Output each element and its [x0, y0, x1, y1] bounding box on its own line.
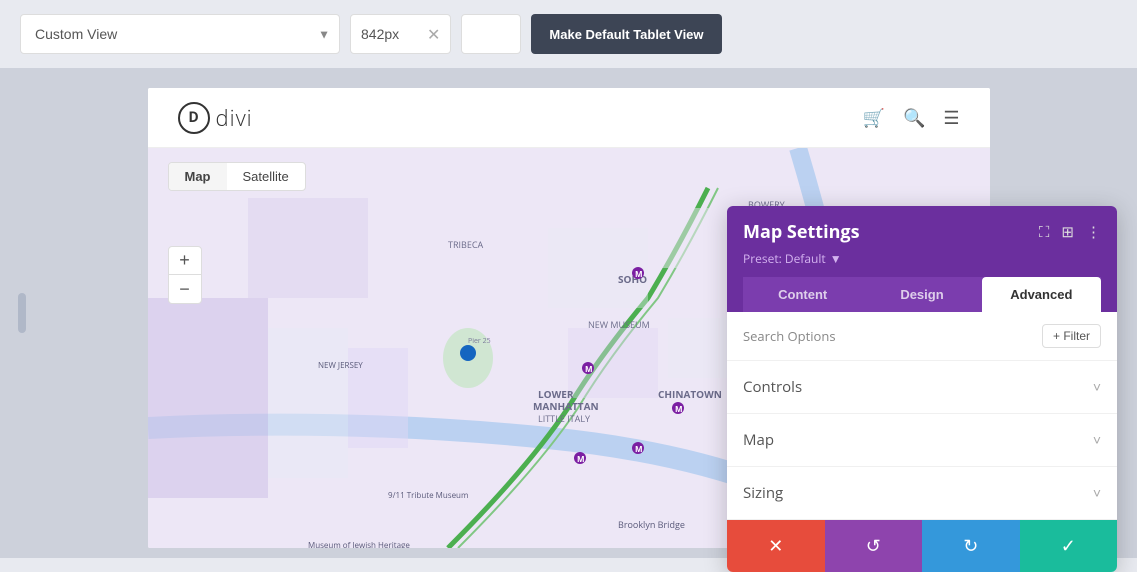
- settings-body: Search Options + Filter Controls ˅ Map ˅…: [727, 312, 1117, 520]
- width-input[interactable]: [361, 26, 421, 42]
- canvas-area: D divi 🛒 🔍 ☰: [0, 68, 1137, 558]
- svg-text:M: M: [635, 444, 643, 455]
- settings-section-controls[interactable]: Controls ˅: [727, 361, 1117, 414]
- svg-text:M: M: [577, 454, 585, 465]
- svg-text:NEW JERSEY: NEW JERSEY: [318, 360, 363, 371]
- section-controls-label: Controls: [743, 377, 802, 397]
- save-button[interactable]: ✓: [1020, 520, 1118, 572]
- settings-header-icons: ⛶ ⊞ ⋮: [1039, 222, 1101, 242]
- search-icon[interactable]: 🔍: [903, 106, 925, 130]
- settings-panel: Map Settings ⛶ ⊞ ⋮ Preset: Default ▼ Con…: [727, 206, 1117, 572]
- settings-title: Map Settings: [743, 220, 860, 244]
- fullscreen-icon[interactable]: ⛶: [1039, 222, 1050, 242]
- svg-text:LITTLE ITALY: LITTLE ITALY: [538, 412, 591, 425]
- svg-text:CHINATOWN: CHINATOWN: [658, 387, 722, 401]
- section-sizing-label: Sizing: [743, 483, 783, 503]
- divi-logo: D divi: [178, 102, 253, 134]
- settings-action-bar: ✕ ↺ ↻ ✓: [727, 520, 1117, 572]
- settings-title-row: Map Settings ⛶ ⊞ ⋮: [743, 220, 1101, 244]
- split-view-icon[interactable]: ⊞: [1061, 222, 1074, 242]
- divi-nav-icons: 🛒 🔍 ☰: [863, 106, 960, 130]
- svg-text:9/11 Tribute Museum: 9/11 Tribute Museum: [388, 490, 468, 501]
- preset-arrow-icon: ▼: [830, 250, 842, 267]
- map-type-map-button[interactable]: Map: [169, 163, 227, 190]
- settings-section-map[interactable]: Map ˅: [727, 414, 1117, 467]
- resize-handle[interactable]: [18, 293, 26, 333]
- preset-label: Preset: Default: [743, 250, 826, 267]
- tab-content[interactable]: Content: [743, 277, 862, 312]
- settings-tabs: Content Design Advanced: [743, 277, 1101, 312]
- toolbar: Custom ViewDefault ViewMobile View ▼ ✕ M…: [0, 0, 1137, 68]
- svg-text:Brooklyn Bridge: Brooklyn Bridge: [618, 518, 685, 531]
- default-tablet-view-button[interactable]: Make Default Tablet View: [531, 14, 721, 54]
- divi-logo-text: divi: [216, 103, 253, 133]
- more-options-icon[interactable]: ⋮: [1086, 222, 1101, 242]
- filter-button[interactable]: + Filter: [1042, 324, 1101, 348]
- search-options-label: Search Options: [743, 327, 836, 345]
- view-select[interactable]: Custom ViewDefault ViewMobile View: [20, 14, 340, 54]
- settings-section-sizing[interactable]: Sizing ˅: [727, 467, 1117, 520]
- map-type-toggle: Map Satellite: [168, 162, 306, 191]
- cart-icon[interactable]: 🛒: [863, 106, 885, 130]
- svg-text:MANHATTAN: MANHATTAN: [533, 399, 599, 413]
- extra-input-box: [461, 14, 521, 54]
- map-zoom-controls: + −: [168, 246, 202, 304]
- settings-search-row: Search Options + Filter: [727, 312, 1117, 361]
- svg-text:M: M: [635, 269, 643, 280]
- svg-text:Pier 25: Pier 25: [468, 337, 491, 346]
- chevron-down-icon: ˅: [1093, 378, 1101, 397]
- zoom-in-button[interactable]: +: [169, 247, 201, 275]
- svg-text:TRIBECA: TRIBECA: [448, 238, 484, 251]
- redo-button[interactable]: ↻: [922, 520, 1020, 572]
- zoom-out-button[interactable]: −: [169, 275, 201, 303]
- chevron-down-icon: ˅: [1093, 431, 1101, 450]
- svg-text:NEW MUSEUM: NEW MUSEUM: [588, 318, 650, 331]
- svg-text:M: M: [585, 364, 593, 375]
- section-map-label: Map: [743, 430, 774, 450]
- svg-text:M: M: [675, 404, 683, 415]
- tab-advanced[interactable]: Advanced: [982, 277, 1101, 312]
- menu-icon[interactable]: ☰: [943, 106, 959, 130]
- cancel-button[interactable]: ✕: [727, 520, 825, 572]
- undo-button[interactable]: ↺: [825, 520, 923, 572]
- tab-design[interactable]: Design: [862, 277, 981, 312]
- divi-logo-circle: D: [178, 102, 210, 134]
- chevron-down-icon: ˅: [1093, 484, 1101, 503]
- settings-preset[interactable]: Preset: Default ▼: [743, 250, 1101, 267]
- divi-header: D divi 🛒 🔍 ☰: [148, 88, 990, 148]
- settings-header: Map Settings ⛶ ⊞ ⋮ Preset: Default ▼ Con…: [727, 206, 1117, 312]
- map-type-satellite-button[interactable]: Satellite: [227, 163, 305, 190]
- view-select-wrapper: Custom ViewDefault ViewMobile View ▼: [20, 14, 340, 54]
- close-icon[interactable]: ✕: [427, 26, 440, 42]
- px-input-wrapper: ✕: [350, 14, 451, 54]
- svg-text:Museum of Jewish Heritage: Museum of Jewish Heritage: [308, 540, 410, 548]
